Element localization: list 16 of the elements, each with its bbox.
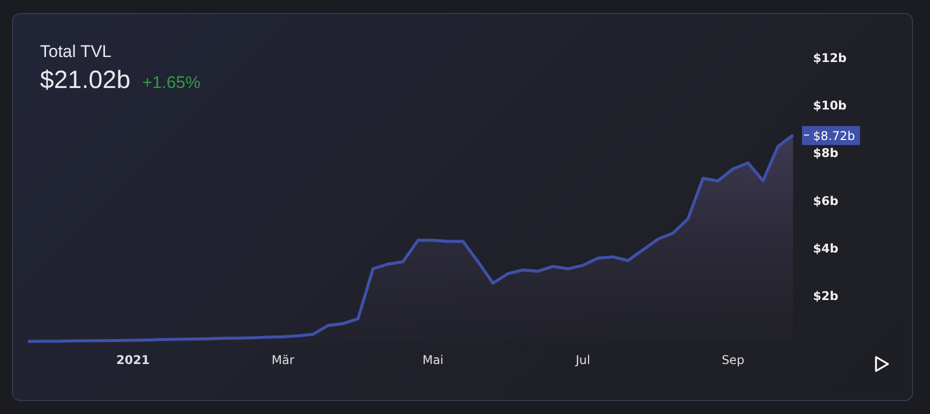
total-value: $21.02b xyxy=(40,66,130,95)
axis-label: $4b xyxy=(813,241,838,256)
axis-label: $6b xyxy=(813,194,838,208)
last-value-badge: $8.72b xyxy=(802,126,860,146)
axis-label: $12b xyxy=(813,51,847,65)
axis-label: Mär xyxy=(272,353,294,367)
axis-label: 2021 xyxy=(116,353,150,367)
axis-label: $8b xyxy=(813,146,838,160)
axis-label: $10b xyxy=(813,98,847,113)
axis-label: $2b xyxy=(813,289,838,303)
chart-title: Total TVL xyxy=(40,42,113,62)
change-percent: +1.65% xyxy=(142,73,201,93)
axis-label: Jul xyxy=(576,353,590,367)
axis-label: Sep xyxy=(722,353,744,367)
axis-label: Mai xyxy=(422,353,444,367)
play-icon[interactable] xyxy=(875,356,889,372)
